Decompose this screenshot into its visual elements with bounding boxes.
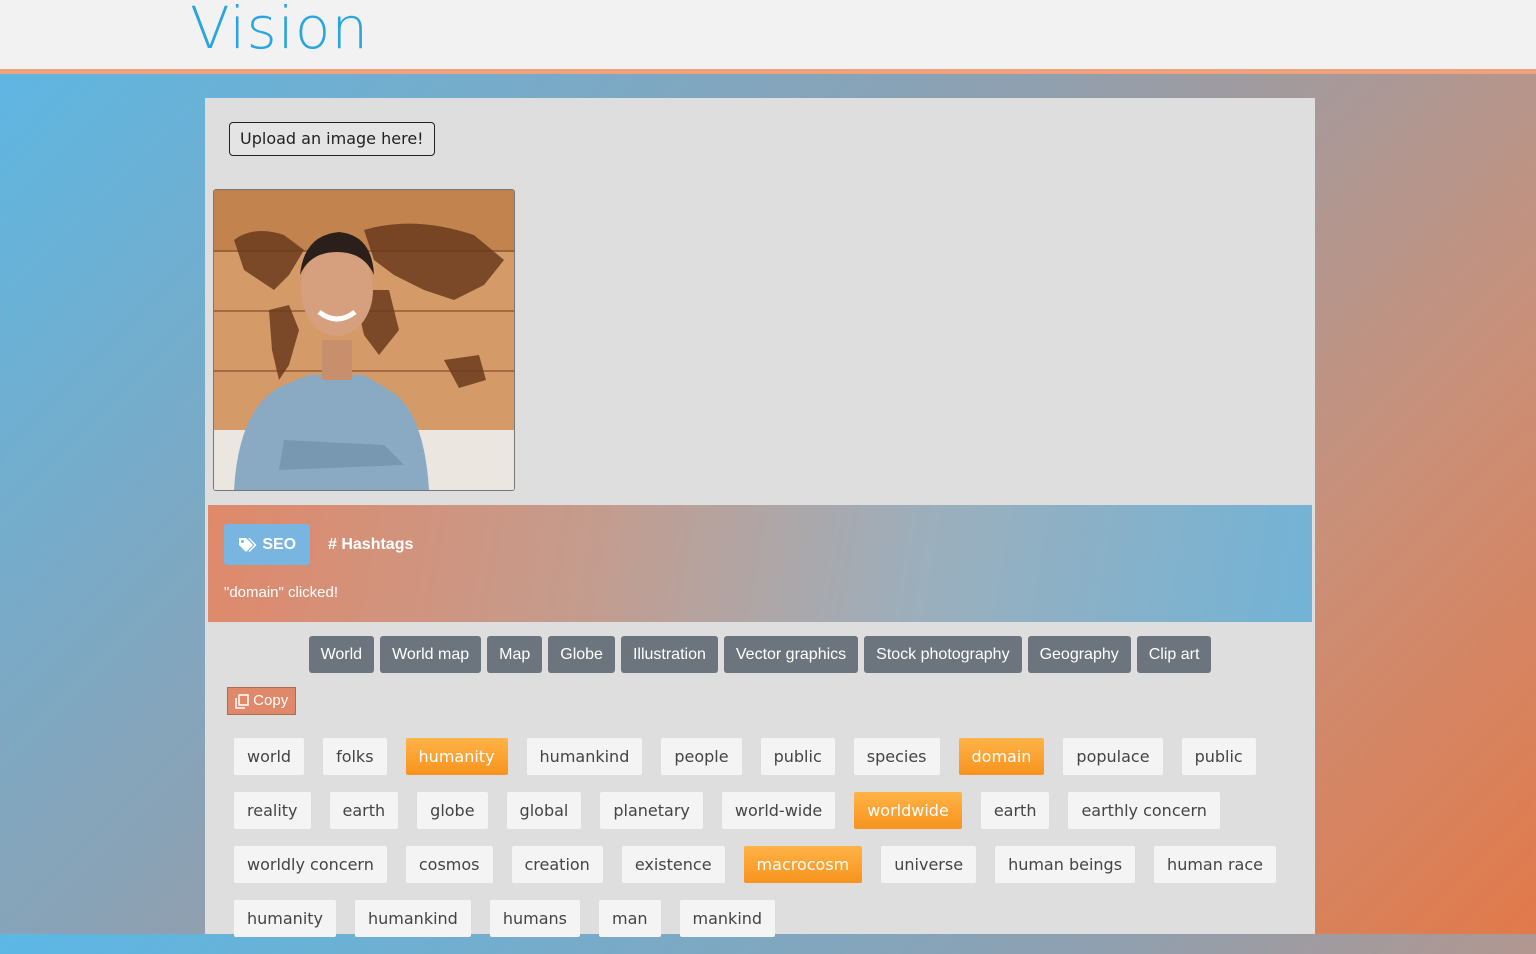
keyword-tag[interactable]: world-wide: [721, 792, 836, 829]
keyword-tag[interactable]: globe: [417, 792, 488, 829]
keyword-tag[interactable]: humankind: [355, 900, 471, 937]
keyword-tag[interactable]: creation: [511, 846, 603, 883]
uploaded-image: [213, 189, 515, 491]
keyword-tag[interactable]: mankind: [679, 900, 776, 937]
copy-label: Copy: [253, 692, 289, 709]
keyword-tag[interactable]: planetary: [600, 792, 703, 829]
label-button[interactable]: Globe: [548, 636, 615, 673]
keyword-tag[interactable]: populace: [1063, 738, 1163, 775]
main-panel: Upload an image here! SEO # Hashtags "do…: [205, 98, 1315, 937]
keyword-tag[interactable]: public: [1181, 738, 1256, 775]
keyword-tag[interactable]: humanity: [405, 738, 508, 775]
keyword-tag[interactable]: species: [853, 738, 940, 775]
keyword-tag[interactable]: folks: [323, 738, 387, 775]
status-message: "domain" clicked!: [224, 584, 339, 601]
keyword-tag[interactable]: man: [598, 900, 661, 937]
result-tabs: SEO # Hashtags "domain" clicked!: [208, 505, 1312, 622]
keyword-tag[interactable]: world: [234, 738, 305, 775]
keyword-tag[interactable]: reality: [234, 792, 311, 829]
label-button[interactable]: World map: [380, 636, 482, 673]
keyword-tag[interactable]: human race: [1154, 846, 1276, 883]
app-title[interactable]: Vision: [190, 0, 369, 62]
keyword-tag[interactable]: humans: [489, 900, 580, 937]
label-button[interactable]: World: [308, 636, 375, 673]
label-button[interactable]: Stock photography: [864, 636, 1022, 673]
tags-icon: [238, 537, 257, 552]
label-button[interactable]: Geography: [1027, 636, 1131, 673]
label-buttons: World World map Map Globe Illustration Vector…: [205, 636, 1315, 673]
keyword-tag[interactable]: earthly concern: [1068, 792, 1220, 829]
keyword-tag[interactable]: worldwide: [854, 792, 962, 829]
keyword-tag[interactable]: humanity: [234, 900, 336, 937]
keyword-tag[interactable]: global: [506, 792, 582, 829]
keyword-tag[interactable]: earth: [329, 792, 399, 829]
keyword-tag[interactable]: human beings: [995, 846, 1136, 883]
keyword-tag[interactable]: existence: [621, 846, 725, 883]
tab-seo[interactable]: SEO: [224, 524, 310, 565]
keyword-tag[interactable]: people: [661, 738, 742, 775]
label-button[interactable]: Map: [487, 636, 543, 673]
keyword-tag[interactable]: humankind: [526, 738, 643, 775]
keyword-tags: world folks humanity humankind people public s…: [227, 738, 1297, 954]
keyword-tag[interactable]: public: [760, 738, 835, 775]
label-button[interactable]: Vector graphics: [723, 636, 859, 673]
keyword-tag[interactable]: worldly concern: [234, 846, 387, 883]
keyword-tag[interactable]: domain: [958, 738, 1045, 775]
tab-seo-label: SEO: [262, 536, 297, 553]
top-navbar: Vision: [0, 0, 1536, 74]
upload-image-button[interactable]: Upload an image here!: [229, 122, 435, 156]
keyword-tag[interactable]: earth: [980, 792, 1050, 829]
keyword-tag[interactable]: universe: [881, 846, 977, 883]
keyword-tag[interactable]: macrocosm: [743, 846, 863, 883]
copy-button[interactable]: Copy: [227, 687, 297, 715]
label-button[interactable]: Illustration: [620, 636, 718, 673]
tab-hashtags[interactable]: # Hashtags: [328, 524, 413, 565]
copy-icon: [235, 693, 249, 709]
keyword-tag[interactable]: cosmos: [405, 846, 493, 883]
label-button[interactable]: Clip art: [1136, 636, 1212, 673]
